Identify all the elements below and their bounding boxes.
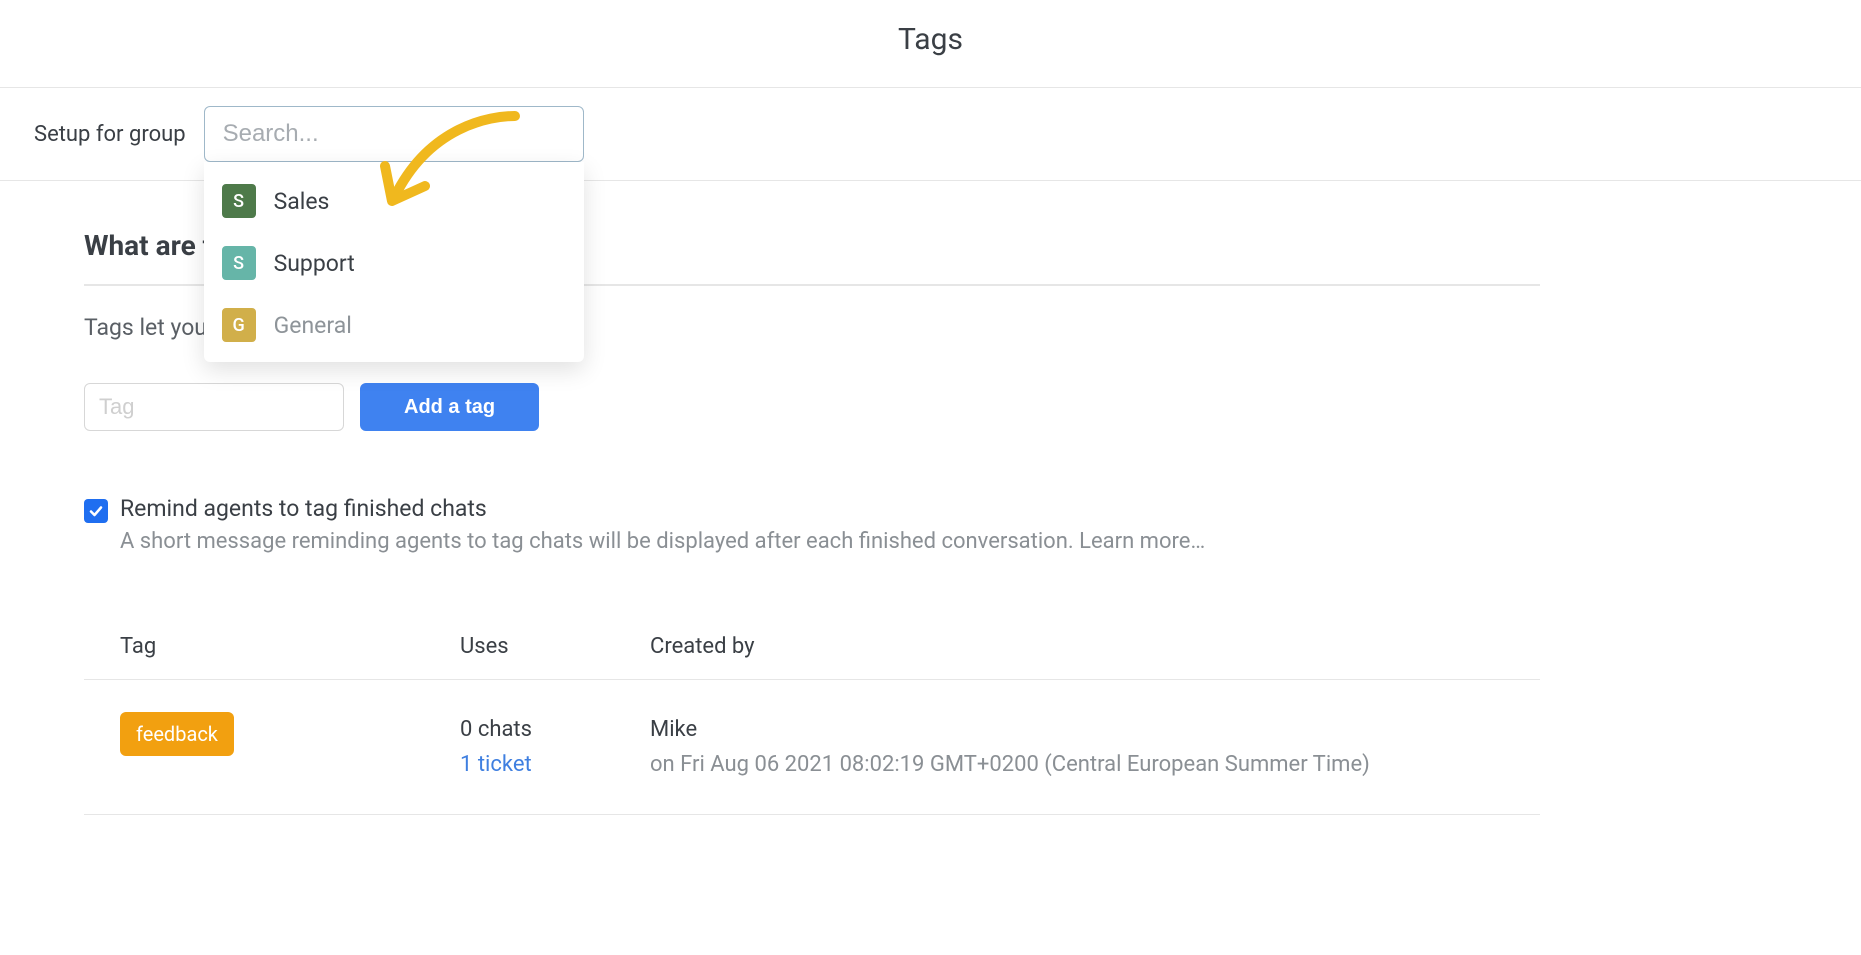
cell-tag: feedback xyxy=(120,712,460,756)
uses-tickets-link[interactable]: 1 ticket xyxy=(460,747,650,782)
col-header-tag: Tag xyxy=(120,634,460,659)
tags-table: Tag Uses Created by feedback 0 chats 1 t… xyxy=(84,614,1540,815)
setup-label: Setup for group xyxy=(34,122,186,147)
group-option-general[interactable]: G General xyxy=(204,294,584,356)
group-badge-icon: S xyxy=(222,184,256,218)
col-header-created: Created by xyxy=(650,634,1540,659)
tag-name-input[interactable] xyxy=(84,383,344,431)
group-option-support[interactable]: S Support xyxy=(204,232,584,294)
group-search-input[interactable] xyxy=(204,106,584,162)
cell-uses: 0 chats 1 ticket xyxy=(460,712,650,782)
page-title: Tags xyxy=(0,22,1861,57)
setup-bar: Setup for group S Sales S Support G Gene… xyxy=(0,88,1861,181)
group-option-label: General xyxy=(274,312,352,339)
remind-checkbox[interactable] xyxy=(84,499,108,523)
remind-description: A short message reminding agents to tag … xyxy=(120,529,1540,554)
add-tag-button[interactable]: Add a tag xyxy=(360,383,539,431)
created-author: Mike xyxy=(650,712,1540,747)
created-date: on Fri Aug 06 2021 08:02:19 GMT+0200 (Ce… xyxy=(650,747,1540,782)
tag-chip[interactable]: feedback xyxy=(120,712,234,756)
group-search-wrapper: S Sales S Support G General xyxy=(204,106,584,162)
group-badge-icon: S xyxy=(222,246,256,280)
table-header: Tag Uses Created by xyxy=(84,614,1540,680)
tag-input-row: Add a tag xyxy=(84,383,1540,431)
group-option-sales[interactable]: S Sales xyxy=(204,170,584,232)
cell-created: Mike on Fri Aug 06 2021 08:02:19 GMT+020… xyxy=(650,712,1540,782)
page-header: Tags xyxy=(0,0,1861,88)
group-badge-icon: G xyxy=(222,308,256,342)
group-option-label: Support xyxy=(274,250,355,277)
table-row: feedback 0 chats 1 ticket Mike on Fri Au… xyxy=(84,680,1540,815)
group-dropdown: S Sales S Support G General xyxy=(204,162,584,362)
intro-prefix: Tags let you xyxy=(84,314,213,341)
col-header-uses: Uses xyxy=(460,634,650,659)
check-icon xyxy=(88,503,104,519)
uses-chats: 0 chats xyxy=(460,712,650,747)
remind-row: Remind agents to tag finished chats xyxy=(84,495,1540,523)
remind-label: Remind agents to tag finished chats xyxy=(120,495,487,522)
group-option-label: Sales xyxy=(274,188,330,215)
